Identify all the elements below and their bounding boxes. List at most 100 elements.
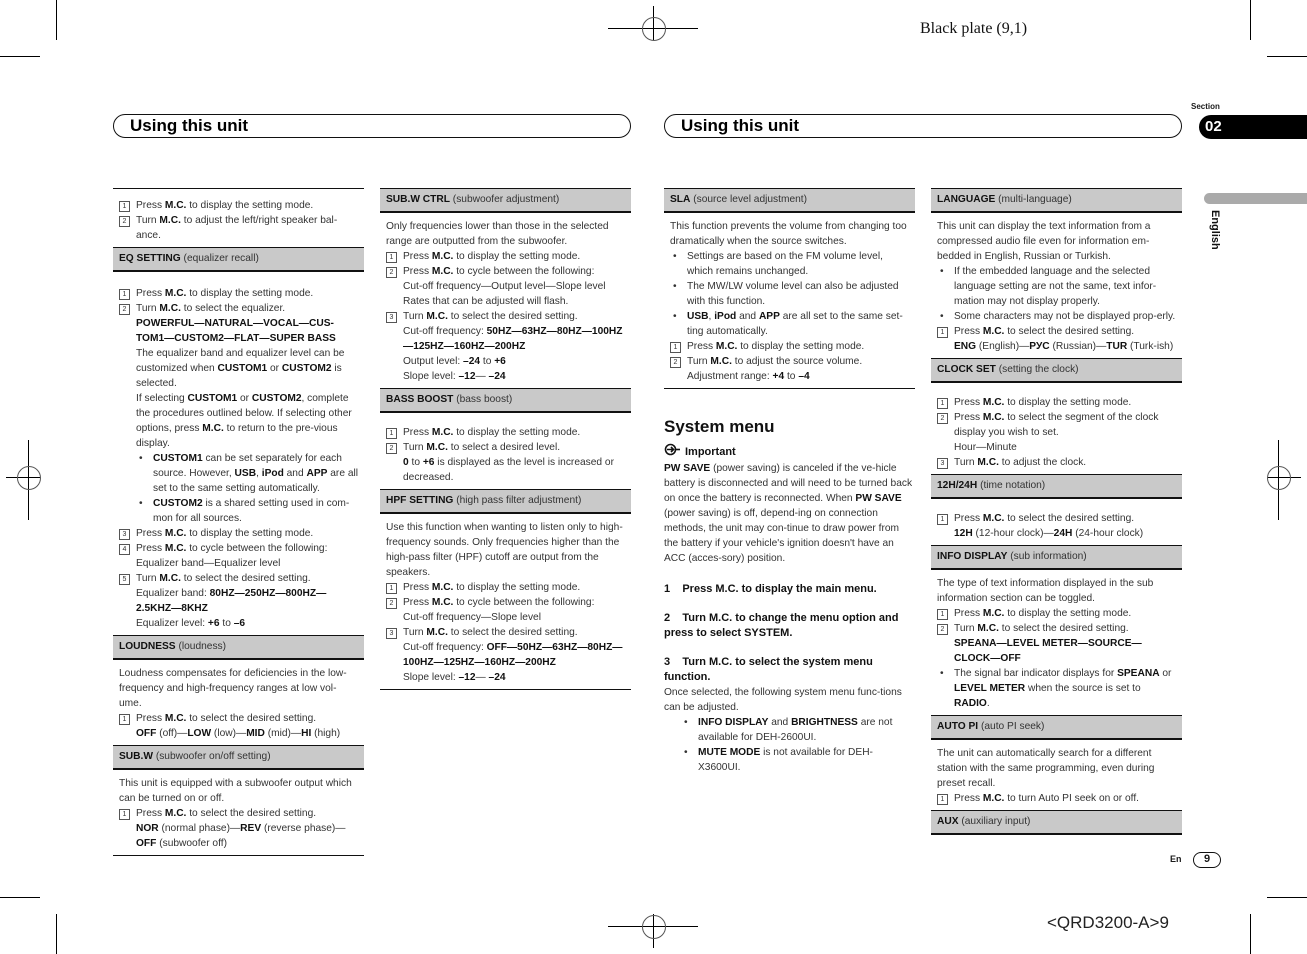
crop-mark — [1267, 897, 1307, 898]
option-list: Cut-off frequency—Slope level — [403, 612, 541, 623]
step: 2 Press M.C. to cycle between the followi… — [386, 264, 625, 279]
important-icon — [664, 443, 682, 461]
bullet: The MW/LW volume level can also be adjus… — [670, 279, 909, 309]
column-2: SUB.W CTRL (subwoofer adjustment) Only f… — [380, 188, 631, 690]
step: 1 Press M.C. to turn Auto PI seek on or o… — [937, 791, 1176, 806]
document-code: <QRD3200-A>9 — [1047, 913, 1169, 932]
language-tab-bar — [1204, 193, 1307, 204]
page-number: 9 — [1193, 852, 1221, 868]
option-list: ENG (English)—РУС (Russian)—TUR (Turk-is… — [954, 341, 1174, 352]
column-1: 1 Press M.C. to display the setting mode.… — [113, 188, 364, 856]
step: 1 Press M.C. to select the desired settin… — [119, 711, 358, 726]
paragraph: This unit is equipped with a subwoofer o… — [119, 778, 352, 804]
note: Rates that can be adjusted will flash. — [403, 296, 569, 307]
section-heading-sla: SLA (source level adjustment) — [664, 188, 915, 213]
paragraph: The unit can automatically search for a … — [937, 748, 1155, 789]
section-heading-aux: AUX (auxiliary input) — [931, 810, 1182, 835]
bullet: CUSTOM2 is a shared setting used in com-… — [119, 496, 358, 526]
step: 5 Turn M.C. to select the desired setting… — [119, 571, 358, 586]
step: 1 Press M.C. to select the desired settin… — [119, 806, 358, 821]
note: The equalizer band and equalizer level c… — [136, 348, 345, 389]
section-heading-auto-pi: AUTO PI (auto PI seek) — [931, 715, 1182, 740]
option-list: OFF (off)—LOW (low)—MID (mid)—HI (high) — [136, 728, 341, 739]
option-list: NOR (normal phase)—REV (reverse phase)—O… — [136, 823, 346, 849]
paragraph: Loudness compensates for deficiencies in… — [119, 668, 347, 709]
section-heading-sub-w-ctrl: SUB.W CTRL (subwoofer adjustment) — [380, 188, 631, 213]
step: 3 Turn M.C. to adjust the clock. — [937, 455, 1176, 470]
step: 2 Turn M.C. to select the equalizer. — [119, 301, 358, 316]
section-heading-loudness: LOUDNESS (loudness) — [113, 635, 364, 660]
step: 1 Press M.C. to select the desired settin… — [937, 511, 1176, 526]
column-4: LANGUAGE (multi-language) This unit can … — [931, 188, 1182, 835]
page-header-left: Using this unit — [113, 114, 631, 138]
bullet: If the embedded language and the selecte… — [937, 264, 1176, 309]
bullet: The signal bar indicator displays for SP… — [937, 666, 1176, 711]
step: 3 Press M.C. to display the setting mode. — [119, 526, 358, 541]
procedure-step: 2 Turn M.C. to change the menu option an… — [664, 612, 899, 639]
bullet: Settings are based on the FM volume leve… — [670, 249, 909, 279]
step: 2 Turn M.C. to adjust the source volume. — [670, 354, 909, 369]
crop-mark — [56, 914, 57, 954]
option-list: Cut-off frequency—Output level—Slope lev… — [403, 281, 606, 292]
paragraph: This unit can display the text informati… — [937, 221, 1151, 262]
crop-mark — [56, 0, 57, 40]
option-list: Cut-off frequency: 50HZ—63HZ—80HZ—100HZ—… — [403, 326, 623, 352]
section-heading-eq-setting: EQ SETTING (equalizer recall) — [113, 247, 364, 272]
option-list: Cut-off frequency: OFF—50HZ—63HZ—80HZ—10… — [403, 642, 623, 668]
step: 2 Press M.C. to cycle between the followi… — [386, 595, 625, 610]
option-list: Equalizer band—Equalizer level — [136, 558, 281, 569]
section-label: Section — [1191, 102, 1220, 111]
bullet: CUSTOM1 can be set separately for each s… — [119, 451, 358, 496]
step: 1 Press M.C. to select the desired settin… — [937, 324, 1176, 339]
plate-label: Black plate (9,1) — [920, 20, 1028, 37]
crop-mark — [1250, 914, 1251, 954]
crop-mark — [0, 56, 40, 57]
paragraph: This function prevents the volume from c… — [670, 221, 907, 247]
bullet: INFO DISPLAY and BRIGHTNESS are not avai… — [664, 715, 915, 745]
option-list: SPEANA—LEVEL METER—SOURCE—CLOCK—OFF — [954, 638, 1142, 664]
footer-lang: En — [1170, 854, 1182, 864]
page-header-right: Using this unit — [664, 114, 1182, 138]
step: 4 Press M.C. to cycle between the followi… — [119, 541, 358, 556]
step: 3 Turn M.C. to select the desired setting… — [386, 309, 625, 324]
option-list: Slope level: –12— –24 — [403, 672, 506, 683]
step: 1 Press M.C. to display the setting mode. — [386, 425, 625, 440]
step: 2 Turn M.C. to select the desired setting… — [937, 621, 1176, 636]
crop-mark — [1250, 0, 1251, 40]
note: 0 to +6 is displayed as the level is inc… — [403, 457, 614, 483]
important-notice: Important — [664, 443, 915, 461]
section-number-badge: 02 — [1199, 115, 1307, 139]
step: 1 Press M.C. to display the setting mode. — [386, 249, 625, 264]
option-list: Equalizer level: +6 to –6 — [136, 618, 246, 629]
paragraph: Only frequencies lower than those in the… — [386, 221, 609, 247]
procedure-step: 3 Turn M.C. to select the system menu fu… — [664, 656, 873, 683]
note: If selecting CUSTOM1 or CUSTOM2, complet… — [136, 393, 352, 449]
section-heading-bass-boost: BASS BOOST (bass boost) — [380, 388, 631, 413]
step: 1 Press M.C. to display the setting mode. — [670, 339, 909, 354]
section-heading-language: LANGUAGE (multi-language) — [931, 188, 1182, 213]
option-list: Equalizer band: 80HZ—250HZ—800HZ—2.5KHZ—… — [136, 588, 327, 614]
option-list: Slope level: –12— –24 — [403, 371, 506, 382]
column-3: SLA (source level adjustment) This funct… — [664, 188, 915, 775]
crop-mark — [1267, 56, 1307, 57]
option-list: POWERFUL—NATURAL—VOCAL—CUS-TOM1—CUSTOM2—… — [136, 318, 336, 344]
paragraph: Use this function when wanting to listen… — [386, 522, 623, 578]
crop-mark — [0, 897, 40, 898]
section-heading-hpf-setting: HPF SETTING (high pass filter adjustment… — [380, 489, 631, 514]
step: 2 Turn M.C. to select a desired level. — [386, 440, 625, 455]
paragraph: Once selected, the following system menu… — [664, 687, 902, 713]
section-heading-12h-24h: 12H/24H (time notation) — [931, 474, 1182, 499]
step: 1 Press M.C. to display the setting mode. — [937, 395, 1176, 410]
option-list: 12H (12-hour clock)—24H (24-hour clock) — [954, 528, 1144, 539]
bullet: Some characters may not be displayed pro… — [937, 309, 1176, 324]
section-heading-sub-w: SUB.W (subwoofer on/off setting) — [113, 745, 364, 770]
step: 2 Turn M.C. to adjust the left/right spea… — [119, 213, 358, 243]
option-list: Hour—Minute — [954, 442, 1017, 453]
step: 2 Press M.C. to select the segment of the… — [937, 410, 1176, 440]
language-tab-label: English — [1209, 210, 1221, 250]
important-label: Important — [685, 445, 736, 458]
step: 1 Press M.C. to display the setting mode. — [937, 606, 1176, 621]
procedure-step: 1 Press M.C. to display the main menu. — [664, 583, 877, 595]
step: 1 Press M.C. to display the setting mode. — [386, 580, 625, 595]
important-text: PW SAVE (power saving) is canceled if th… — [664, 463, 913, 564]
